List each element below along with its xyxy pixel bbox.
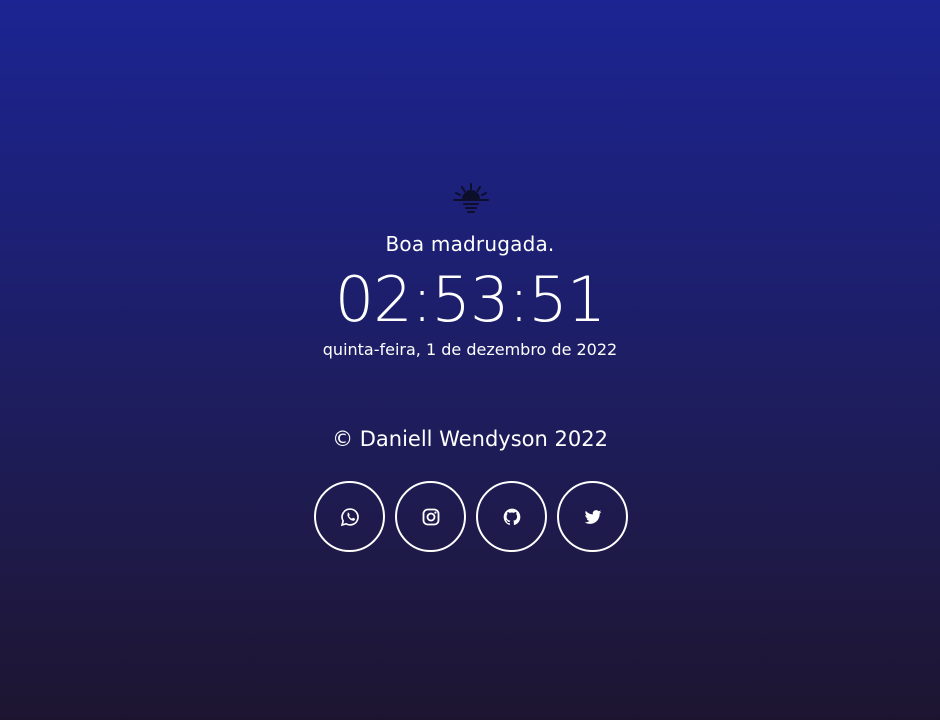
- social-links: [314, 481, 628, 552]
- sunrise-icon: [453, 183, 489, 213]
- instagram-icon: [422, 508, 439, 525]
- github-button[interactable]: [476, 481, 547, 552]
- copyright-text: © Daniell Wendyson 2022: [332, 427, 608, 451]
- twitter-button[interactable]: [557, 481, 628, 552]
- whatsapp-button[interactable]: [314, 481, 385, 552]
- instagram-button[interactable]: [395, 481, 466, 552]
- github-icon: [503, 508, 520, 525]
- clock-time: 02:53:51: [334, 263, 606, 336]
- twitter-icon: [584, 509, 601, 524]
- whatsapp-icon: [340, 507, 359, 526]
- clock-date: quinta-feira, 1 de dezembro de 2022: [322, 340, 618, 359]
- greeting-text: Boa madrugada.: [385, 232, 555, 256]
- clock-page: Boa madrugada. 02:53:51 quinta-feira, 1 …: [0, 0, 940, 720]
